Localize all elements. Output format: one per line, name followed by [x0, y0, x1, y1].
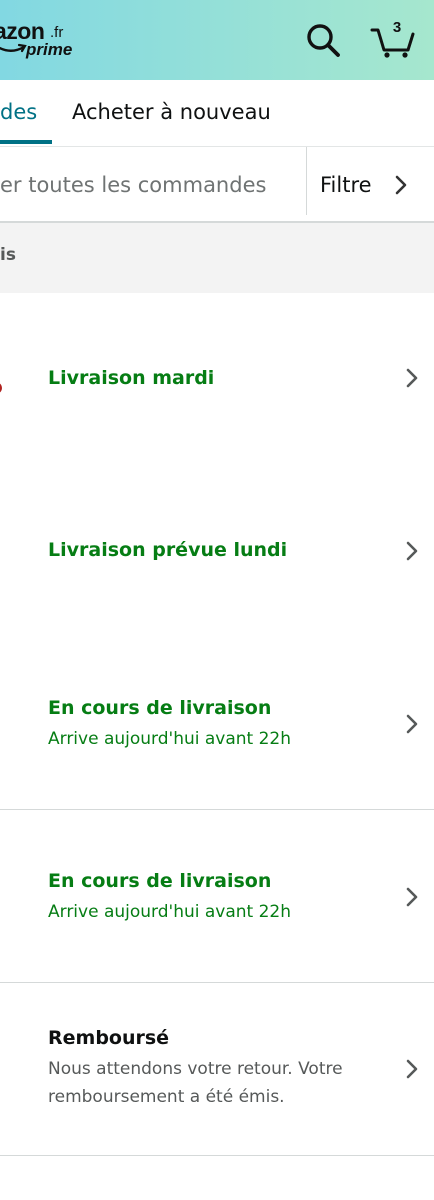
search-button[interactable] — [303, 20, 343, 60]
cart-count-badge: 3 — [392, 19, 402, 36]
order-row[interactable]: Livraison mardi — [0, 293, 434, 466]
cart-button[interactable]: 3 — [368, 16, 418, 60]
order-search-bar: er toutes les commandes Filtre — [0, 147, 434, 223]
orders-tab-bar: des Acheter à nouveau — [0, 80, 434, 147]
orders-period-header: is — [0, 223, 434, 293]
order-status: En cours de livraison — [48, 697, 272, 719]
order-status-detail: Arrive aujourd'hui avant 22h — [48, 902, 292, 922]
chevron-right-icon — [406, 541, 418, 561]
tab-buy-again[interactable]: Acheter à nouveau — [72, 98, 271, 126]
chevron-right-icon — [395, 175, 407, 195]
chevron-right-icon — [406, 887, 418, 907]
order-status: Remboursé — [48, 1027, 170, 1049]
order-row[interactable]: Livraison prévue lundi — [0, 465, 434, 638]
order-status-detail: Arrive aujourd'hui avant 22h — [48, 729, 292, 749]
product-thumbnail — [0, 383, 2, 393]
search-orders-input[interactable]: er toutes les commandes — [0, 171, 266, 199]
order-status: Livraison prévue lundi — [48, 539, 288, 561]
logo-domain: .fr — [50, 24, 64, 41]
order-row[interactable]: En cours de livraison Arrive aujourd'hui… — [0, 810, 434, 983]
smile-arrow-icon — [0, 43, 27, 53]
order-row[interactable]: En cours de livraison Arrive aujourd'hui… — [0, 637, 434, 810]
filter-button[interactable]: Filtre — [307, 147, 434, 219]
tab-orders[interactable]: des — [0, 98, 37, 126]
chevron-right-icon — [406, 368, 418, 388]
order-status: Livraison mardi — [48, 367, 215, 389]
chevron-right-icon — [406, 714, 418, 734]
chevron-right-icon — [406, 1059, 418, 1079]
order-row[interactable]: Remboursé Nous attendons votre retour. V… — [0, 983, 434, 1156]
amazon-prime-logo[interactable]: azon .fr prime — [0, 18, 84, 62]
top-header: azon .fr prime 3 — [0, 0, 434, 80]
logo-prime: prime — [26, 40, 73, 59]
filter-label: Filtre — [320, 173, 372, 197]
search-icon — [307, 24, 340, 57]
order-status-detail: Nous attendons votre retour. Votre rembo… — [48, 1059, 343, 1107]
active-tab-indicator — [0, 140, 52, 144]
section-title: is — [0, 245, 16, 265]
order-status: En cours de livraison — [48, 870, 272, 892]
